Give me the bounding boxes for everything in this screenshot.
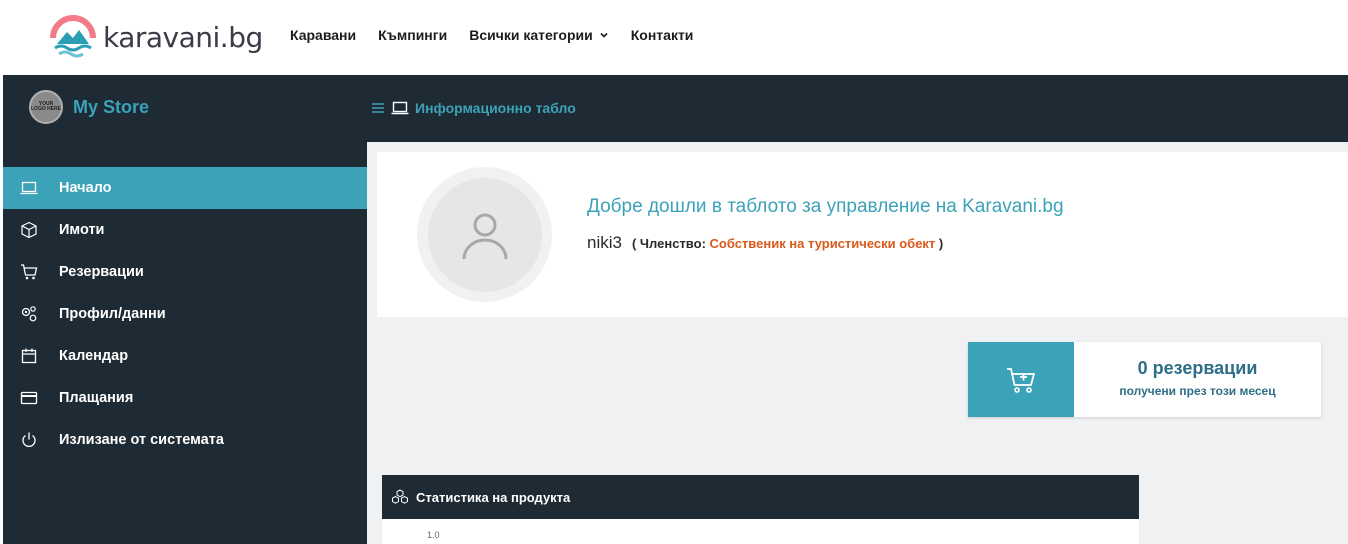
avatar: [417, 167, 552, 302]
logo-text: karavani.bg: [103, 20, 263, 54]
dashboard-title-wrap: Информационно табло: [371, 100, 576, 116]
avatar-inner: [427, 177, 542, 292]
sidebar-item-properties[interactable]: Имоти: [3, 209, 367, 251]
credit-card-icon: [20, 391, 38, 405]
sidebar-item-home[interactable]: Начало: [3, 167, 367, 209]
nav-link-label: Къмпинги: [378, 27, 448, 43]
username: niki3: [587, 233, 622, 252]
site-logo[interactable]: karavani.bg: [49, 14, 263, 60]
sidebar-item-label: Плащания: [59, 390, 134, 406]
sidebar-item-logout[interactable]: Излизане от системата: [3, 419, 367, 461]
box-icon: [21, 221, 37, 239]
cart-icon: [21, 264, 38, 280]
reservations-count: 0 резервации: [1137, 358, 1258, 378]
user-icon: [462, 213, 507, 259]
hamburger-menu-icon[interactable]: [371, 101, 385, 115]
sidebar-item-label: Излизане от системата: [59, 432, 224, 448]
store-logo-text: YOUR LOGO HERE: [31, 101, 62, 112]
store-name: My Store: [73, 96, 150, 117]
laptop-icon: [20, 181, 38, 195]
nav-link-label: Каравани: [290, 27, 357, 43]
nav-link-contacts[interactable]: Контакти: [631, 27, 694, 43]
store-brand[interactable]: YOUR LOGO HERE My Store: [29, 90, 149, 124]
dashboard-title: Информационно табло: [415, 100, 576, 116]
laptop-icon: [391, 101, 409, 115]
sidebar-item-label: Имоти: [59, 222, 105, 238]
reservations-subtitle: получени през този месец: [1119, 384, 1276, 398]
store-logo: YOUR LOGO HERE: [29, 90, 63, 124]
main-content: Добре дошли в таблото за управление на K…: [367, 142, 1348, 544]
sidebar-item-label: Календар: [59, 348, 129, 364]
nav-link-caravans[interactable]: Каравани: [290, 27, 356, 43]
sidebar-item-label: Профил/данни: [59, 306, 166, 322]
sidebar-item-calendar[interactable]: Календар: [3, 335, 367, 377]
reservations-icon-box: [968, 342, 1074, 417]
membership-role: Собственик на туристически обект: [709, 236, 936, 251]
stats-title: Статистика на продукта: [416, 489, 571, 505]
nav-link-all-categories[interactable]: Всички категории: [469, 27, 609, 43]
product-stats-panel: Статистика на продукта 1.0: [382, 475, 1139, 544]
welcome-panel: Добре дошли в таблото за управление на K…: [377, 152, 1348, 317]
nav-link-label: Контакти: [630, 27, 694, 43]
dashboard-header: YOUR LOGO HERE My Store Информационно та…: [3, 75, 1348, 142]
cubes-icon: [392, 489, 408, 504]
nav-link-campings[interactable]: Къмпинги: [378, 27, 447, 43]
mountain-logo-icon: [50, 15, 96, 58]
sidebar: Начало Имоти Резервации Профил/данни Кал…: [3, 142, 367, 544]
reservations-card[interactable]: 0 резервации получени през този месец: [968, 342, 1321, 417]
site-navbar: karavani.bg Каравани Къмпинги Всички кат…: [0, 0, 1348, 75]
stats-header: Статистика на продукта: [382, 475, 1139, 519]
membership-info: ( Членство: Собственик на туристически о…: [632, 236, 943, 251]
membership-close: ): [935, 236, 944, 251]
gears-icon: [21, 306, 37, 322]
site-nav-links: Каравани Къмпинги Всички категории Конта…: [290, 27, 715, 43]
calendar-icon: [21, 348, 37, 364]
user-line: niki3 ( Членство: Собственик на туристич…: [587, 233, 943, 253]
sidebar-item-payments[interactable]: Плащания: [3, 377, 367, 419]
chevron-down-icon: [600, 32, 608, 38]
power-icon: [22, 432, 36, 447]
sidebar-item-label: Начало: [59, 180, 112, 196]
welcome-title: Добре дошли в таблото за управление на K…: [587, 196, 1064, 217]
sidebar-item-profile[interactable]: Профил/данни: [3, 293, 367, 335]
nav-link-label: Всички категории: [469, 27, 593, 43]
sidebar-item-label: Резервации: [59, 264, 144, 280]
stats-axis-tick: 1.0: [427, 530, 440, 540]
membership-label: ( Членство:: [631, 236, 710, 251]
sidebar-item-reservations[interactable]: Резервации: [3, 251, 367, 293]
cart-plus-icon: [1007, 367, 1036, 393]
